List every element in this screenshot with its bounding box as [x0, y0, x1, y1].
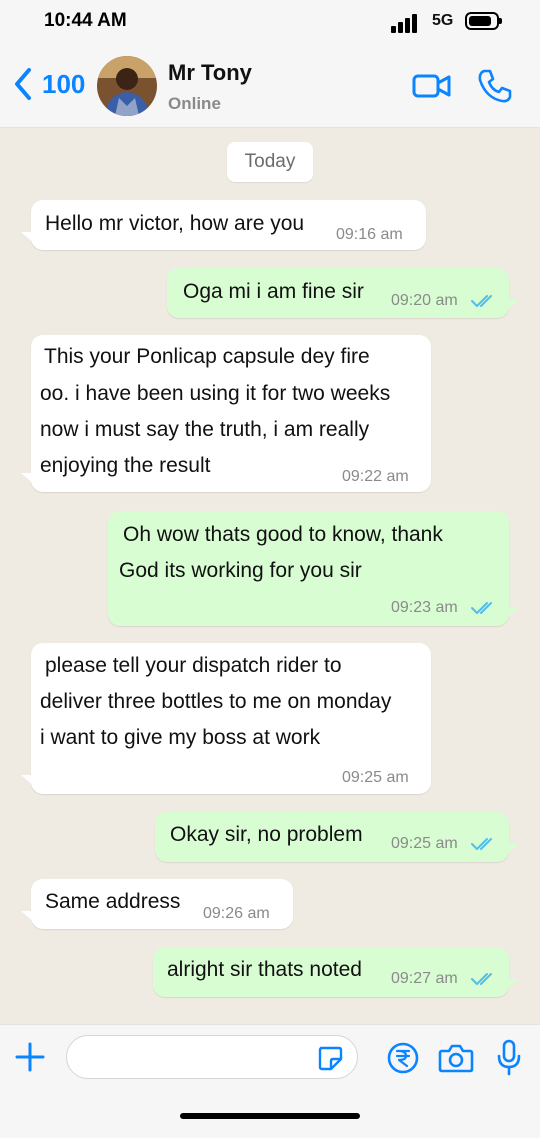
message-text-line: enjoying the result: [40, 454, 211, 477]
message-text-line: God its working for you sir: [119, 559, 362, 582]
double-check-icon: [471, 295, 492, 307]
camera-button[interactable]: [438, 1041, 474, 1075]
network-label: 5G: [432, 12, 454, 29]
contact-name[interactable]: Mr Tony: [168, 60, 252, 86]
phone-icon: [478, 69, 512, 103]
message-text-line: please tell your dispatch rider to: [45, 654, 342, 677]
message-bubble-incoming[interactable]: This your Ponlicap capsule dey fire oo. …: [21, 335, 431, 492]
sticker-icon: [318, 1046, 343, 1071]
sticker-button[interactable]: [317, 1045, 343, 1071]
message-time: 09:25 am: [342, 769, 409, 786]
message-bubble-incoming[interactable]: please tell your dispatch rider to deliv…: [21, 643, 431, 794]
camera-icon: [438, 1044, 474, 1073]
message-bubble-outgoing[interactable]: alright sir thats noted 09:27 am: [153, 947, 519, 997]
rupee-icon: [387, 1042, 419, 1074]
avatar[interactable]: [97, 56, 157, 116]
video-camera-icon: [412, 74, 451, 98]
attach-button[interactable]: [14, 1041, 46, 1073]
video-call-button[interactable]: [412, 66, 452, 106]
signal-icon: [391, 13, 421, 33]
microphone-icon: [497, 1039, 521, 1076]
double-check-icon: [471, 973, 492, 985]
message-text-line: This your Ponlicap capsule dey fire: [44, 345, 370, 368]
message-bubble-outgoing[interactable]: Oh wow thats good to know, thank God its…: [108, 511, 519, 626]
message-time: 09:23 am: [391, 599, 458, 616]
voice-message-button[interactable]: [496, 1039, 522, 1077]
back-unread-count: 100: [42, 68, 86, 99]
message-text-line: now i must say the truth, i am really: [40, 418, 370, 441]
message-text: Oga mi i am fine sir: [183, 280, 364, 303]
message-text: Hello mr victor, how are you: [45, 212, 305, 235]
message-time: 09:25 am: [391, 835, 458, 852]
chat-area: Today Hello mr victor, how are you 09:16…: [0, 128, 540, 1024]
message-time: 09:20 am: [391, 292, 458, 309]
message-time: 09:26 am: [203, 905, 270, 922]
message-bubble-outgoing[interactable]: Okay sir, no problem 09:25 am: [155, 812, 519, 862]
message-time: 09:16 am: [336, 226, 403, 243]
back-button[interactable]: 100: [12, 66, 85, 102]
plus-icon: [15, 1042, 45, 1072]
date-separator: Today: [227, 142, 313, 182]
message-text: Same address: [45, 890, 181, 913]
message-bubble-incoming[interactable]: Same address 09:26 am: [21, 879, 293, 929]
message-bubble-outgoing[interactable]: Oga mi i am fine sir 09:20 am: [167, 268, 519, 318]
message-text: alright sir thats noted: [167, 958, 362, 981]
voice-call-button[interactable]: [474, 66, 514, 106]
message-input-bar: [0, 1024, 540, 1138]
home-indicator: [180, 1113, 360, 1119]
message-text-line: deliver three bottles to me on monday: [40, 690, 392, 713]
chat-header: 100 Mr Tony Online: [0, 44, 540, 128]
message-text-line: i want to give my boss at work: [40, 726, 321, 749]
battery-icon: [465, 12, 502, 30]
message-time: 09:22 am: [342, 468, 409, 485]
message-text: Okay sir, no problem: [170, 823, 363, 846]
message-bubble-incoming[interactable]: Hello mr victor, how are you 09:16 am: [21, 200, 426, 250]
double-check-icon: [471, 602, 492, 614]
status-bar: 10:44 AM 5G: [0, 0, 540, 44]
contact-status: Online: [168, 94, 221, 113]
status-time: 10:44 AM: [44, 10, 127, 31]
message-input[interactable]: [66, 1035, 358, 1079]
payment-button[interactable]: [386, 1041, 420, 1075]
double-check-icon: [471, 838, 492, 850]
message-time: 09:27 am: [391, 970, 458, 987]
message-text-line: Oh wow thats good to know, thank: [123, 523, 443, 546]
chevron-left-icon: [15, 68, 31, 100]
message-text-line: oo. i have been using it for two weeks: [40, 382, 391, 405]
